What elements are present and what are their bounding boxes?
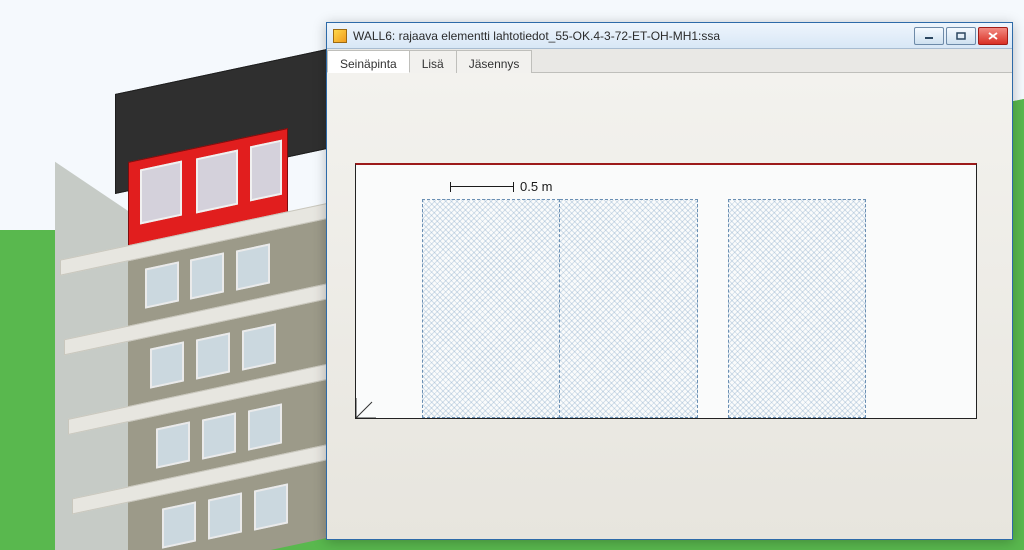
tab-extra[interactable]: Lisä (409, 50, 457, 73)
close-icon (988, 32, 998, 40)
app-icon (333, 29, 347, 43)
scale-bar: 0.5 m (450, 179, 553, 194)
wall-2d-canvas[interactable]: 0.5 m (355, 163, 977, 419)
tab-outline[interactable]: Jäsennys (456, 50, 533, 73)
tab-bar: Seinäpinta Lisä Jäsennys (327, 49, 1012, 73)
window-title: WALL6: rajaava elementti lahtotiedot_55-… (353, 29, 908, 43)
facade-window (145, 261, 179, 308)
opening-region[interactable] (560, 199, 698, 418)
minimize-icon (924, 32, 934, 40)
facade-window (242, 323, 276, 370)
window-opening (140, 161, 182, 225)
window-opening (250, 140, 282, 202)
facade-window (202, 412, 236, 459)
facade-window (196, 332, 230, 379)
opening-region[interactable] (422, 199, 560, 418)
facade-window (150, 341, 184, 388)
titlebar[interactable]: WALL6: rajaava elementti lahtotiedot_55-… (327, 23, 1012, 49)
facade-window (156, 421, 190, 468)
minimize-button[interactable] (914, 27, 944, 45)
window-controls (914, 27, 1008, 45)
facade-window (208, 492, 242, 539)
facade-window (254, 483, 288, 530)
scene-foreground (0, 230, 55, 550)
origin-marker (356, 392, 382, 418)
dialog-body: 0.5 m (327, 73, 1012, 539)
scale-label: 0.5 m (520, 179, 553, 194)
facade-window (248, 403, 282, 450)
element-properties-dialog: WALL6: rajaava elementti lahtotiedot_55-… (326, 22, 1013, 540)
tab-wallsurface[interactable]: Seinäpinta (327, 50, 410, 73)
facade-window (190, 252, 224, 299)
maximize-button[interactable] (946, 27, 976, 45)
scale-tick-right (513, 182, 514, 192)
facade-window (236, 243, 270, 290)
facade-window (162, 501, 196, 548)
close-button[interactable] (978, 27, 1008, 45)
window-opening (196, 150, 238, 214)
scale-line (451, 186, 513, 187)
opening-region[interactable] (728, 199, 866, 418)
maximize-icon (956, 32, 966, 40)
